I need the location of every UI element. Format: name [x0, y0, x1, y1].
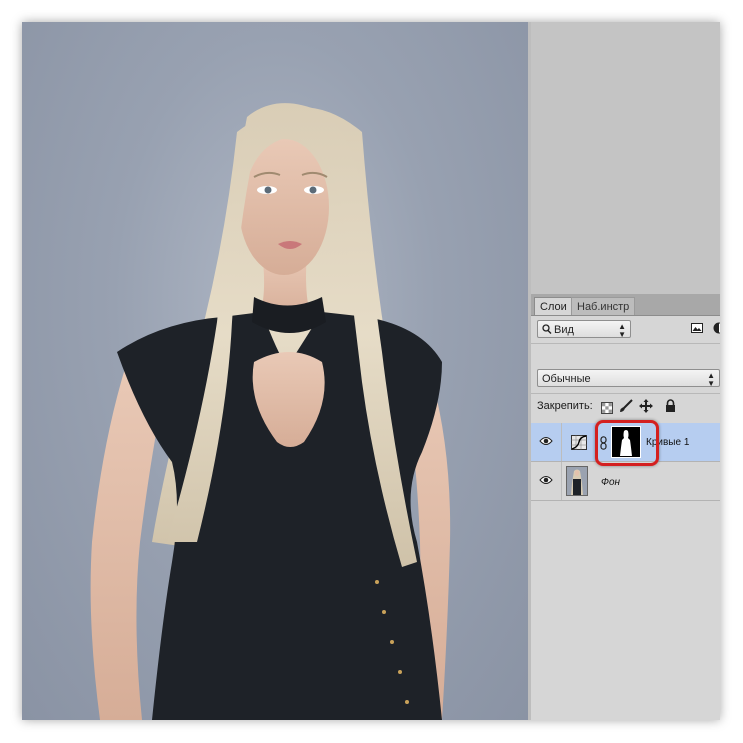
window-frame: Слои Наб.инстр Вид ▲ ▼ Обычные ▲ ▼ Закре…: [22, 22, 720, 720]
select-arrows-icon: ▲ ▼: [707, 371, 715, 388]
lock-label: Закрепить:: [537, 400, 593, 412]
move-icon[interactable]: [639, 399, 653, 421]
filter-kind-label: Вид: [554, 324, 574, 336]
image-icon[interactable]: [691, 322, 703, 337]
layer-thumbnail[interactable]: [566, 466, 588, 496]
visibility-toggle[interactable]: [531, 423, 562, 461]
document-canvas[interactable]: [22, 22, 528, 720]
eye-icon[interactable]: [539, 436, 553, 446]
photo-model: [90, 103, 451, 720]
panel-tabs: Слои Наб.инстр: [531, 294, 720, 316]
tab-adjustments-label: Наб.инстр: [577, 301, 630, 313]
filter-kind-select[interactable]: Вид ▲ ▼: [537, 320, 631, 339]
tab-adjustments[interactable]: Наб.инстр: [571, 297, 636, 315]
layer-name-background: Фон: [601, 477, 621, 488]
visibility-toggle[interactable]: [531, 462, 562, 500]
filter-row: Вид ▲ ▼: [531, 316, 720, 343]
checkerboard-icon[interactable]: [601, 400, 613, 422]
divider: [531, 343, 720, 344]
lock-row: Закрепить:: [531, 395, 720, 417]
divider: [531, 393, 720, 394]
tab-layers[interactable]: Слои: [534, 297, 573, 315]
half-circle-icon[interactable]: [713, 322, 720, 337]
curves-icon: [571, 435, 587, 453]
blend-mode-label: Обычные: [542, 373, 591, 385]
search-icon: [542, 321, 552, 343]
select-arrows-icon: ▲ ▼: [618, 322, 626, 339]
layer-row-background[interactable]: Фон: [531, 462, 720, 501]
tab-layers-label: Слои: [540, 301, 567, 313]
eye-icon[interactable]: [539, 475, 553, 485]
blend-mode-select[interactable]: Обычные ▲ ▼: [537, 369, 720, 388]
lock-icon[interactable]: [665, 399, 676, 421]
layers-panel: Слои Наб.инстр Вид ▲ ▼ Обычные ▲ ▼ Закре…: [531, 294, 720, 720]
mask-highlight-outline: [595, 420, 659, 466]
brush-icon[interactable]: [619, 399, 633, 421]
